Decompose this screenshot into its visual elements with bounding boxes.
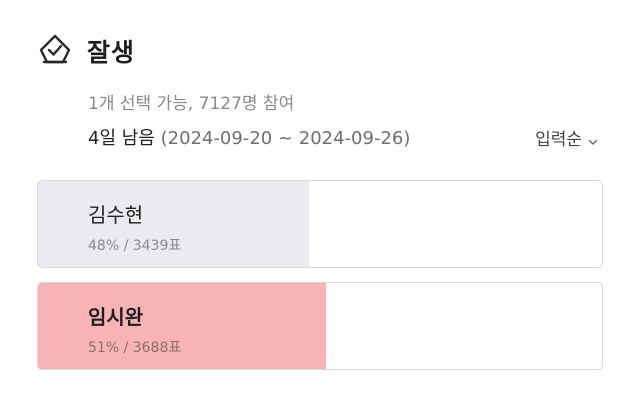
poll-header: 잘생 (37, 33, 135, 69)
vote-bar (38, 283, 326, 369)
deadline-row: 4일 남음 (2024-09-20 ~ 2024-09-26) 입력순 (88, 124, 598, 150)
option-name: 김수현 (88, 203, 144, 227)
date-range: (2024-09-20 ~ 2024-09-26) (160, 128, 411, 149)
deadline: 4일 남음 (2024-09-20 ~ 2024-09-26) (88, 124, 410, 150)
poll-card: 잘생 1개 선택 가능, 7127명 참여 4일 남음 (2024-09-20 … (0, 0, 640, 402)
poll-option-1[interactable]: 김수현 48% / 3439표 (37, 180, 603, 268)
option-stat: 48% / 3439표 (88, 238, 182, 254)
days-remaining: 4일 남음 (88, 128, 155, 149)
chevron-down-icon (588, 132, 598, 145)
poll-title: 잘생 (87, 38, 136, 67)
sort-dropdown[interactable]: 입력순 (535, 125, 598, 150)
option-name: 임시완 (88, 305, 144, 329)
poll-meta: 1개 선택 가능, 7127명 참여 (88, 94, 295, 114)
sort-label: 입력순 (535, 129, 582, 150)
option-stat: 51% / 3688표 (88, 340, 182, 356)
poll-check-icon (37, 33, 73, 69)
poll-option-2[interactable]: 임시완 51% / 3688표 (37, 282, 603, 370)
